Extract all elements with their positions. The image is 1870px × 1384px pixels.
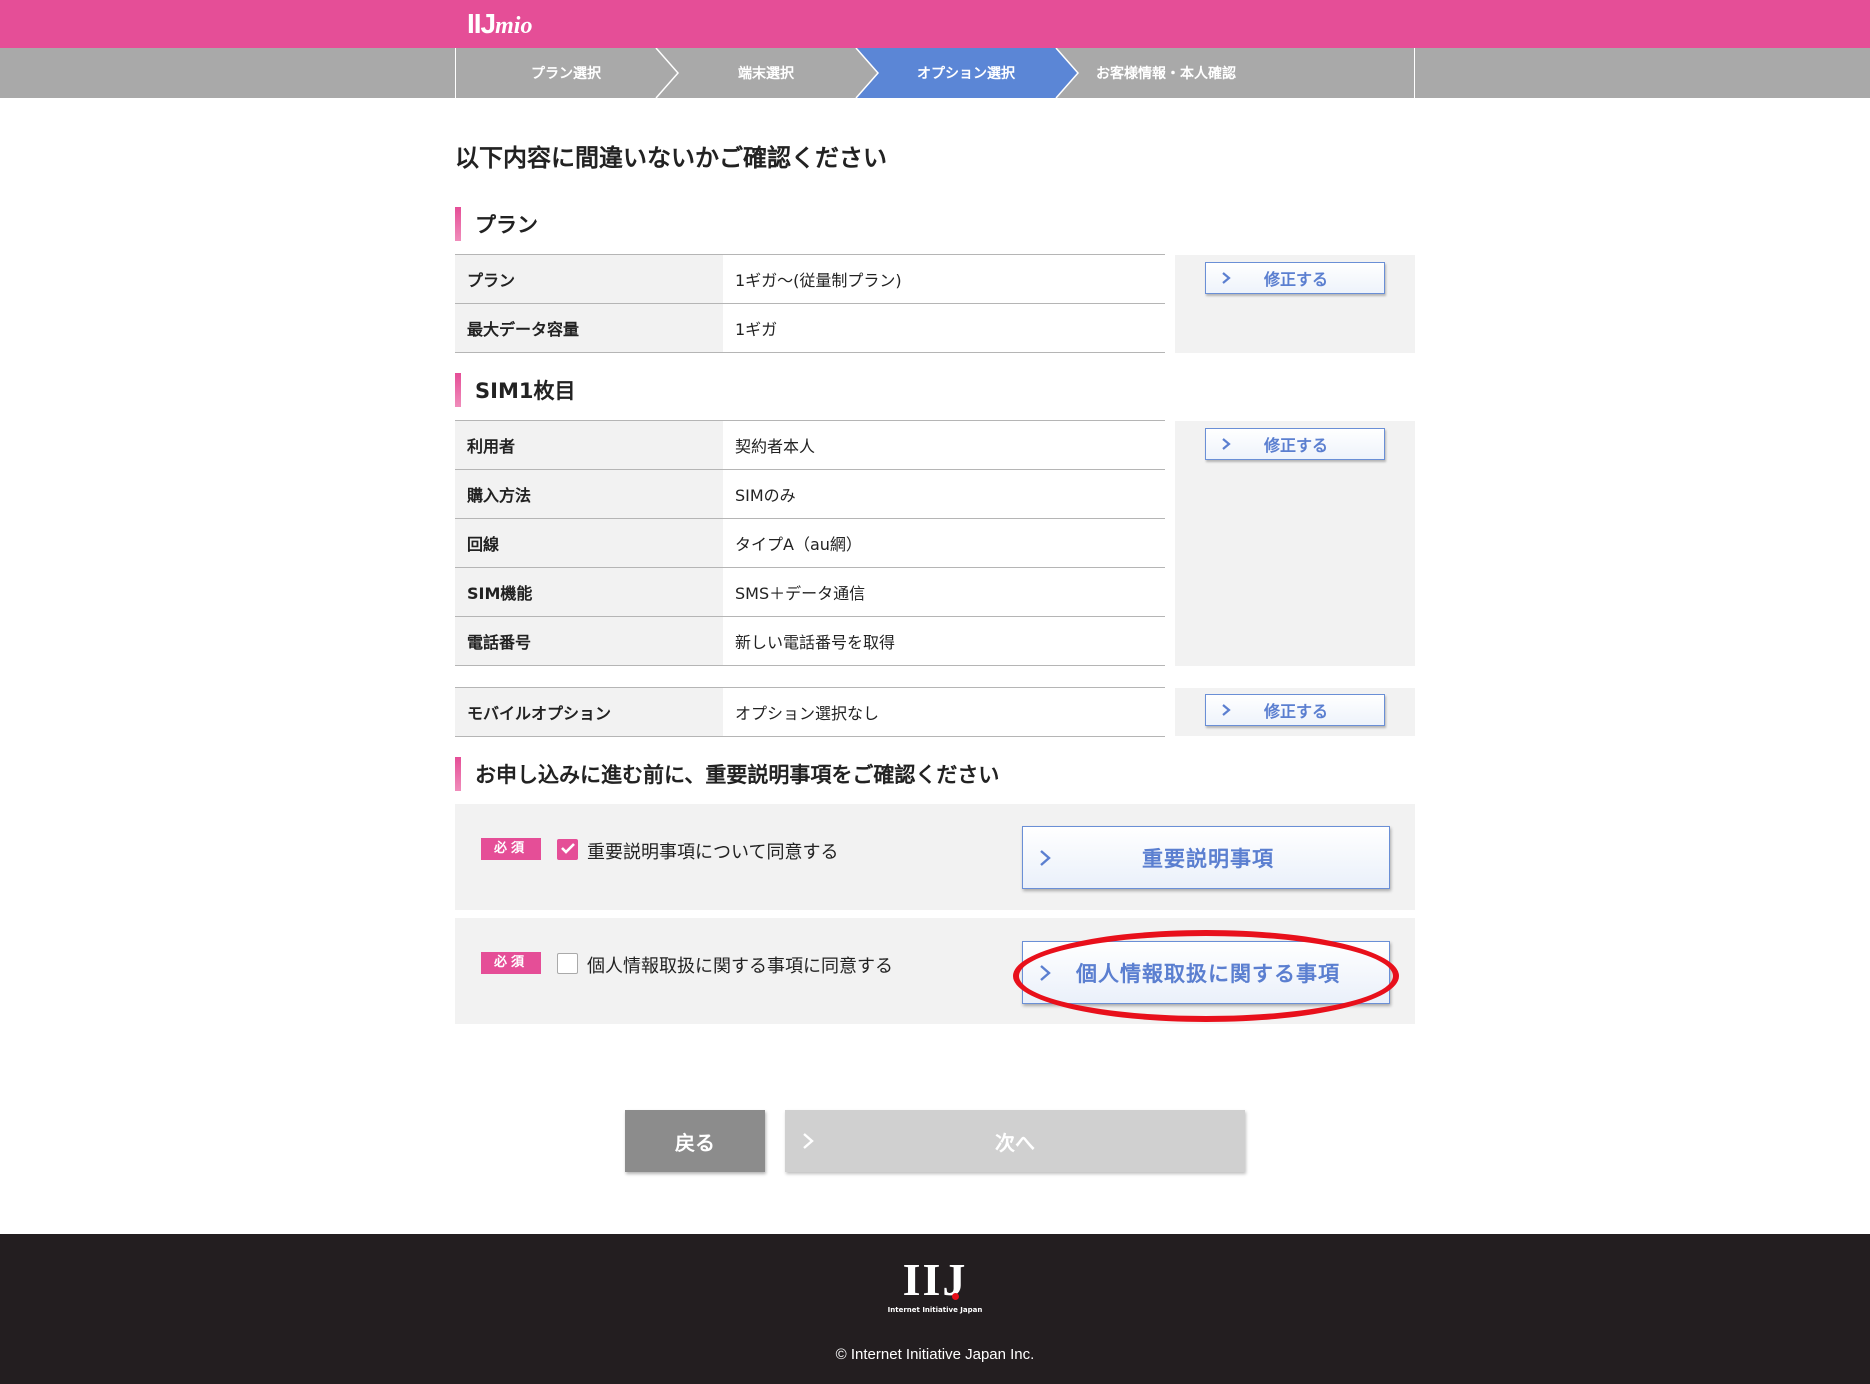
row-value: 契約者本人 [735, 437, 816, 456]
page-footer: IIJ Internet Initiative Japan © Internet… [0, 1234, 1870, 1384]
chevron-right-icon [1023, 963, 1067, 983]
step-plan-select: プラン選択 [531, 66, 601, 82]
row-value: 新しい電話番号を取得 [735, 633, 896, 652]
row-value: オプション選択なし [735, 704, 880, 723]
important-explanation-button[interactable]: 重要説明事項 [1022, 826, 1390, 889]
plan-section-heading: プラン [455, 207, 538, 241]
row-value: タイプA（au網） [735, 535, 862, 554]
mobile-option-table: モバイルオプション オプション選択なし [455, 687, 1165, 737]
table-row: プラン 1ギガ〜(従量制プラン) [455, 255, 1165, 304]
table-row: 利用者 契約者本人 [455, 421, 1165, 470]
table-row: モバイルオプション オプション選択なし [455, 688, 1165, 737]
row-label: 利用者 [455, 421, 723, 469]
page-title: 以下内容に間違いないかご確認ください [455, 144, 887, 172]
required-badge: 必須 [481, 952, 541, 974]
sim-table: 利用者 契約者本人 購入方法 SIMのみ 回線 タイプA（au網） SIM機能 … [455, 420, 1165, 666]
step-customer-info: お客様情報・本人確認 [1096, 66, 1236, 82]
row-label: 回線 [455, 519, 723, 567]
check-icon [560, 840, 576, 859]
chevron-right-icon [1206, 703, 1246, 717]
section-marker [455, 373, 461, 407]
sim-edit-panel: 修正する [1175, 421, 1415, 666]
row-label: プラン [455, 255, 723, 303]
step-option-select: オプション選択 [917, 66, 1015, 82]
section-marker [455, 207, 461, 241]
table-row: 最大データ容量 1ギガ [455, 304, 1165, 353]
chevron-right-icon [785, 1131, 831, 1151]
agree-personal-info-label[interactable]: 個人情報取扱に関する事項に同意する [587, 952, 893, 978]
row-value: 1ギガ〜(従量制プラン) [735, 271, 902, 290]
copyright-text: © Internet Initiative Japan Inc. [835, 1346, 1035, 1363]
sim-section-heading: SIM1枚目 [455, 373, 575, 407]
personal-info-handling-button[interactable]: 個人情報取扱に関する事項 [1022, 941, 1390, 1004]
next-button[interactable]: 次へ [785, 1110, 1245, 1172]
table-row: 回線 タイプA（au網） [455, 519, 1165, 568]
back-button[interactable]: 戻る [625, 1110, 765, 1172]
row-value: 1ギガ [735, 320, 778, 339]
table-row: SIM機能 SMS＋データ通信 [455, 568, 1165, 617]
row-label: 購入方法 [455, 470, 723, 518]
plan-table: プラン 1ギガ〜(従量制プラン) 最大データ容量 1ギガ [455, 254, 1165, 353]
consent-important-explanation: 必須 重要説明事項について同意する 重要説明事項 [455, 804, 1415, 910]
sim-edit-button[interactable]: 修正する [1205, 428, 1385, 460]
row-label: SIM機能 [455, 568, 723, 616]
plan-edit-panel: 修正する [1175, 255, 1415, 353]
plan-edit-button[interactable]: 修正する [1205, 262, 1385, 294]
consent-personal-info: 必須 個人情報取扱に関する事項に同意する 個人情報取扱に関する事項 [455, 918, 1415, 1024]
mobile-option-edit-button[interactable]: 修正する [1205, 694, 1385, 726]
chevron-right-icon [1206, 271, 1246, 285]
progress-steps: プラン選択 端末選択 オプション選択 お客様情報・本人確認 [455, 48, 1415, 98]
important-section-heading: お申し込みに進む前に、重要説明事項をご確認ください [455, 757, 999, 791]
row-value: SMS＋データ通信 [735, 584, 866, 603]
mobile-option-edit-panel: 修正する [1175, 688, 1415, 736]
row-value: SIMのみ [735, 486, 796, 505]
agree-personal-info-checkbox[interactable] [557, 953, 578, 974]
step-device-select: 端末選択 [738, 66, 794, 82]
agree-important-checkbox[interactable] [557, 839, 578, 860]
agree-important-label[interactable]: 重要説明事項について同意する [587, 838, 838, 864]
chevron-right-icon [1023, 848, 1067, 868]
table-row: 電話番号 新しい電話番号を取得 [455, 617, 1165, 666]
row-label: 最大データ容量 [455, 304, 723, 352]
iijmio-logo[interactable]: IIJmio [467, 8, 532, 40]
table-row: 購入方法 SIMのみ [455, 470, 1165, 519]
iij-footer-logo: IIJ Internet Initiative Japan [887, 1254, 983, 1315]
row-label: 電話番号 [455, 617, 723, 665]
section-marker [455, 757, 461, 791]
row-label: モバイルオプション [455, 688, 723, 736]
top-header-bar: IIJmio [0, 0, 1870, 48]
required-badge: 必須 [481, 838, 541, 860]
chevron-right-icon [1206, 437, 1246, 451]
